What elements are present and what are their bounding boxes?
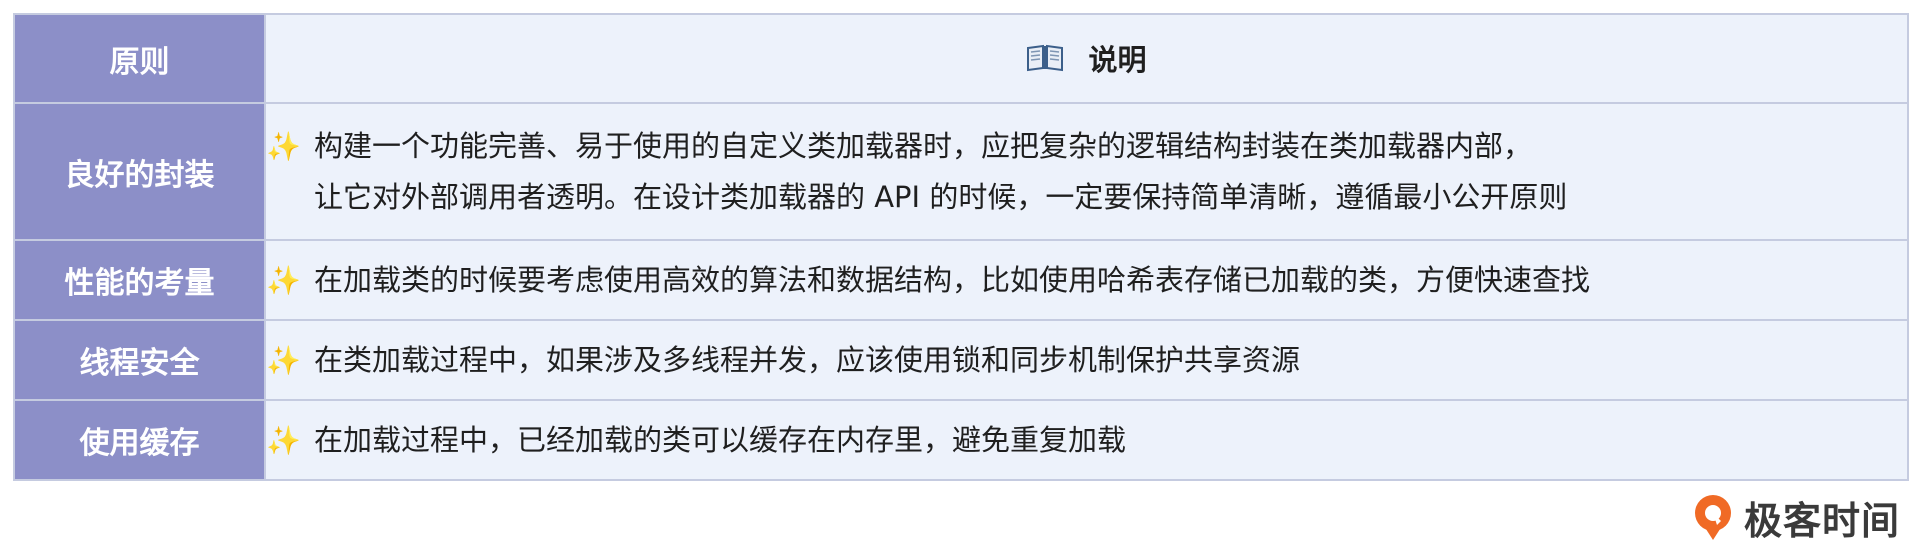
principle-cell: 线程安全 <box>13 319 266 401</box>
description-line: 构建一个功能完善、易于使用的自定义类加载器时，应把复杂的逻辑结构封装在类加载器内… <box>314 128 1533 163</box>
principle-cell: 良好的封装 <box>13 102 266 241</box>
description-line: 让它对外部调用者透明。在设计类加载器的 API 的时候，一定要保持简单清晰，遵循… <box>314 179 1568 214</box>
description-cell: ✨ 在加载类的时候要考虑使用高效的算法和数据结构，比如使用哈希表存储已加载的类，… <box>264 239 1909 321</box>
description-cell: ✨ 构建一个功能完善、易于使用的自定义类加载器时，应把复杂的逻辑结构封装在类加载… <box>264 102 1909 241</box>
table-row: 性能的考量 ✨ 在加载类的时候要考虑使用高效的算法和数据结构，比如使用哈希表存储… <box>13 239 1909 321</box>
table-row: 良好的封装 ✨ 构建一个功能完善、易于使用的自定义类加载器时，应把复杂的逻辑结构… <box>13 102 1909 241</box>
table-header-row: 原则 说明 <box>13 13 1909 104</box>
table-row: 使用缓存 ✨ 在加载过程中，已经加载的类可以缓存在内存里，避免重复加载 <box>13 399 1909 481</box>
description-line: 在加载类的时候要考虑使用高效的算法和数据结构，比如使用哈希表存储已加载的类，方便… <box>314 262 1591 297</box>
geekbang-logo-icon <box>1694 495 1731 540</box>
principle-cell: 使用缓存 <box>13 399 266 481</box>
brand-logo: 极客时间 <box>1690 490 1900 544</box>
sparkles-icon: ✨ <box>266 129 301 163</box>
brand-logo-text: 极客时间 <box>1743 498 1900 543</box>
sparkles-icon: ✨ <box>266 423 301 457</box>
description-cell: ✨ 在类加载过程中，如果涉及多线程并发，应该使用锁和同步机制保护共享资源 <box>264 319 1909 401</box>
header-description: 说明 <box>264 13 1909 104</box>
sparkles-icon: ✨ <box>266 263 301 297</box>
principles-table: 原则 说明 良好的封装 ✨ 构建一个功能完善、易于使用的自定义类加载器时，应把复… <box>13 13 1909 481</box>
description-cell: ✨ 在加载过程中，已经加载的类可以缓存在内存里，避免重复加载 <box>264 399 1909 481</box>
header-description-label: 说明 <box>1088 42 1147 77</box>
table-row: 线程安全 ✨ 在类加载过程中，如果涉及多线程并发，应该使用锁和同步机制保护共享资… <box>13 319 1909 401</box>
sparkles-icon: ✨ <box>266 343 301 377</box>
description-line: 在加载过程中，已经加载的类可以缓存在内存里，避免重复加载 <box>314 422 1127 457</box>
open-book-icon <box>1026 43 1064 80</box>
description-line: 在类加载过程中，如果涉及多线程并发，应该使用锁和同步机制保护共享资源 <box>314 342 1301 377</box>
principle-cell: 性能的考量 <box>13 239 266 321</box>
header-principle: 原则 <box>13 13 266 104</box>
